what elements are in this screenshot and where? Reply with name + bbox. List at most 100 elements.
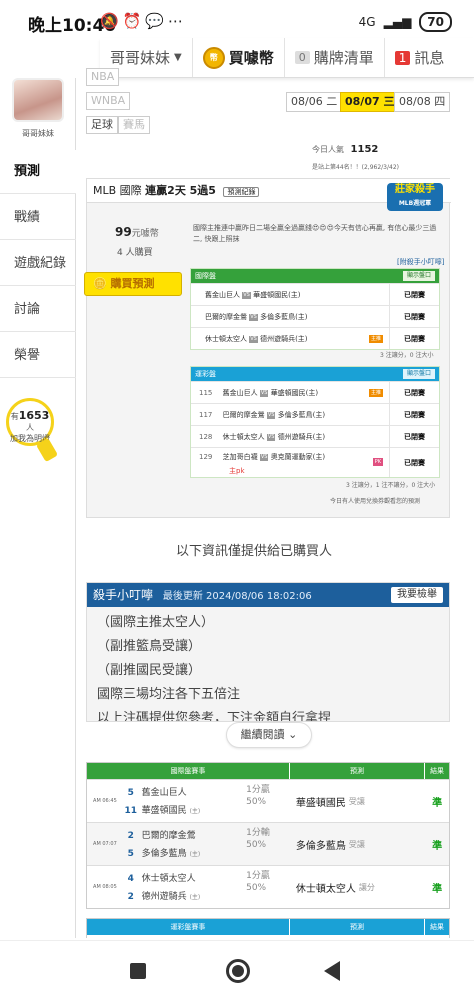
- read-more-button[interactable]: 繼續閱讀 ⌄: [226, 722, 312, 748]
- home-icon[interactable]: [226, 959, 250, 983]
- buyers: 4 人購買: [117, 248, 153, 258]
- recents-icon[interactable]: [130, 963, 146, 979]
- results-header: 國際盤賽事 預測 結果: [87, 763, 449, 779]
- home-mark: (主): [189, 894, 201, 901]
- match-teams: 4 休士頓太空人 2 德州遊騎兵 (主): [123, 866, 246, 908]
- sidebar-item-predict[interactable]: 預測: [0, 150, 76, 194]
- team: 德州遊騎兵: [141, 892, 187, 902]
- score: 11: [124, 806, 138, 816]
- handicap-pct: 50%: [246, 840, 267, 850]
- pick: 華盛頓國民 受讓: [290, 780, 425, 822]
- sidebar-item-honor[interactable]: 榮譽: [0, 334, 76, 378]
- team-home: 休士頓太空人: [205, 335, 247, 343]
- buy-label: 購買預測: [110, 277, 155, 290]
- sport-chip-horse[interactable]: 賽馬: [118, 116, 150, 134]
- col-result: 結果: [430, 923, 445, 931]
- brother-label: 哥哥妹妹: [110, 49, 171, 67]
- status-text: 已閉賽: [389, 426, 439, 447]
- result: 準: [432, 883, 443, 895]
- status-text: 已閉賽: [389, 448, 439, 477]
- table-row: AM 08:05 4 休士頓太空人 2 德州遊騎兵 (主) 1分贏 50% 休士頓…: [87, 865, 449, 908]
- sport-chip-wnba[interactable]: WNBA: [86, 92, 131, 110]
- report-button[interactable]: 我要檢舉: [391, 587, 443, 603]
- result: 準: [432, 797, 443, 809]
- show-odds-button[interactable]: 顯示盤口: [402, 271, 435, 281]
- popularity: 今日人氣 1152: [312, 144, 378, 155]
- intl-odds-table: 國際盤 顯示盤口 舊金山巨人 VS 華盛頓國民(主) 已閉賽 巴爾的摩金鶯 VS…: [190, 268, 440, 350]
- tips-header: 殺手小叮嚀 最後更新 2024/08/06 18:02:06 我要檢舉: [87, 583, 449, 607]
- table-row: 128 休士頓太空人 VS 德州遊騎兵(主) 已閉賽: [191, 425, 439, 447]
- score: 2: [127, 831, 134, 841]
- pick-type: 受讓: [348, 796, 365, 806]
- handicap-pct: 50%: [246, 883, 267, 893]
- status-text: 已閉賽: [389, 306, 439, 327]
- chevron-down-icon: ⌄: [288, 728, 298, 741]
- pick: 休士頓太空人 讓分: [290, 866, 425, 908]
- table-row: 巴爾的摩金鶯 VS 多倫多藍鳥(主) 已閉賽: [191, 305, 439, 327]
- sidebar-item-game-history[interactable]: 遊戲紀錄: [0, 242, 76, 286]
- rank-text: 是站上第44名！！(2,962/3/42): [312, 164, 399, 171]
- top-nav: 哥哥妹妹 ▼ 幣 買噱幣 0 購牌清單 1 訊息: [100, 38, 474, 78]
- team-away: 華盛頓國民(主): [253, 291, 301, 299]
- intl-footnote: 3 注讓分，0 注大小: [380, 352, 434, 359]
- team-away: 德州遊騎兵(主): [277, 433, 326, 441]
- pick-team: 休士頓太空人: [295, 883, 356, 895]
- team-home: 巴爾的摩金鶯: [205, 313, 247, 321]
- caret-down-icon: ▼: [174, 52, 182, 63]
- pick: 多倫多藍鳥 受讓: [290, 823, 425, 865]
- coins-link[interactable]: 幣 買噱幣: [193, 38, 285, 77]
- card-streak: 連贏2天 5過5: [145, 184, 216, 197]
- messages-label: 訊息: [414, 49, 445, 67]
- bulb-prefix: 有: [10, 412, 19, 421]
- back-icon[interactable]: [324, 961, 340, 981]
- sport-chip-soccer[interactable]: 足球: [86, 116, 118, 134]
- message-count-badge: 1: [394, 50, 411, 65]
- game-number: 129: [199, 453, 213, 461]
- cart-link[interactable]: 0 購牌清單: [285, 38, 385, 77]
- coins-label: 買噱幣: [228, 49, 274, 67]
- show-odds-button[interactable]: 顯示盤口: [402, 369, 435, 379]
- table-row: 115 舊金山巨人 VS 華盛頓國民(主) 主推 已閉賽: [191, 381, 439, 403]
- game-time: AM 06:45: [93, 798, 117, 804]
- avatar[interactable]: [12, 78, 64, 122]
- status-text: 已閉賽: [389, 382, 439, 403]
- pick-team: 多倫多藍鳥: [295, 840, 346, 852]
- sidebar-item-discussion[interactable]: 討論: [0, 288, 76, 332]
- sidebar-item-record[interactable]: 戰績: [0, 196, 76, 240]
- main-pick-tag: 主推: [368, 389, 383, 397]
- tip-line: （國際主推太空人）: [97, 615, 215, 630]
- price: 99元噱幣: [115, 225, 159, 239]
- date-chip[interactable]: 08/06 二: [286, 92, 343, 112]
- vs-badge: VS: [259, 453, 269, 461]
- pick-team: 華盛頓國民: [295, 797, 346, 809]
- table-row: 117 巴爾的摩金鶯 VS 多倫多藍鳥(主) 已閉賽: [191, 403, 439, 425]
- date-chip[interactable]: 08/08 四: [394, 92, 451, 112]
- pk-tag: PK: [372, 458, 383, 466]
- result: 準: [432, 840, 443, 852]
- team-home: 舊金山巨人: [222, 389, 258, 397]
- tips-body: （國際主推太空人） （副推籃鳥受讓） （副推國民受讓） 國際三場均注各下五倍注 …: [87, 607, 449, 721]
- pick-type: 讓分: [358, 882, 375, 892]
- col-match: 運彩盤賽事: [87, 919, 290, 935]
- date-chip-selected[interactable]: 08/07 三: [340, 92, 400, 112]
- team-home: 芝加哥白襪: [222, 453, 258, 461]
- sport-chip[interactable]: NBA: [86, 68, 120, 86]
- team-away: 多倫多藍鳥(主): [260, 313, 308, 321]
- read-more-label: 繼續閱讀: [240, 728, 285, 741]
- buy-prediction-button[interactable]: 🪙 購買預測: [84, 272, 182, 296]
- tw-footnote: 3 注讓分，1 注不讓分，0 注大小: [346, 482, 436, 489]
- battery-icon: 70: [419, 12, 452, 32]
- handicap-line: 1分贏: [246, 785, 270, 795]
- tw-head: 運彩盤 顯示盤口: [191, 367, 439, 381]
- messages-link[interactable]: 1 訊息: [385, 38, 455, 77]
- status-right: 4G ▂▄▆ 70: [359, 12, 452, 32]
- badge-title: 莊家殺手: [395, 184, 435, 195]
- team: 華盛頓國民: [141, 806, 187, 816]
- status-text: 已閉賽: [389, 284, 439, 305]
- history-button[interactable]: 預測紀錄: [223, 187, 260, 197]
- handicap-line: 1分贏: [246, 871, 270, 881]
- tips-link[interactable]: [附殺手小叮嚀]: [397, 257, 444, 267]
- team: 巴爾的摩金鶯: [141, 831, 196, 841]
- cart-count: 0: [294, 51, 310, 64]
- pick-type: 受讓: [348, 839, 365, 849]
